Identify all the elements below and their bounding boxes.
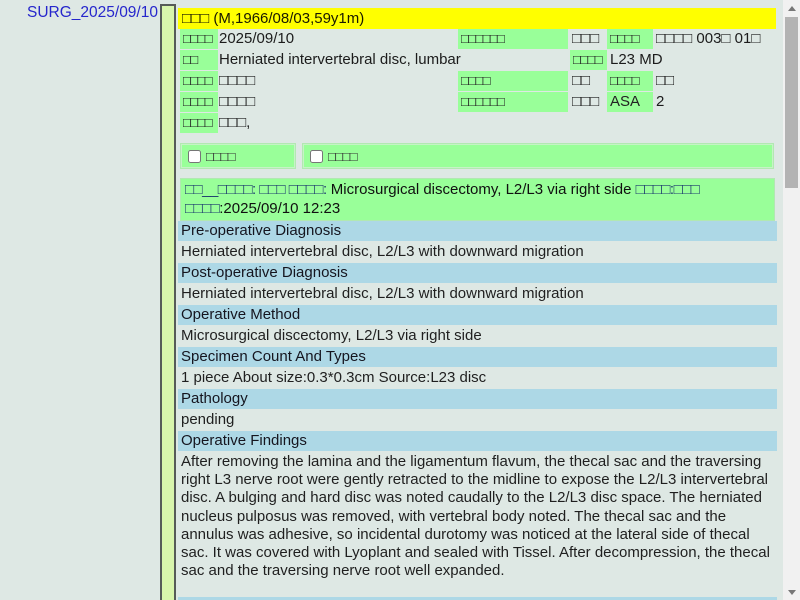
checkbox-1[interactable] bbox=[188, 150, 201, 163]
field-label: □□□□□□ bbox=[458, 29, 568, 49]
surgical-record-window: SURG_2025/09/10 □□□ (M,1966/08/03,59y1m)… bbox=[0, 0, 800, 600]
field-value: □□□, bbox=[219, 113, 250, 133]
field-value-op-code: L23 MD bbox=[610, 50, 663, 70]
checkbox-2-label: □□□□ bbox=[328, 149, 357, 164]
field-value: □□□ bbox=[572, 92, 599, 112]
patient-banner: □□□ (M,1966/08/03,59y1m) bbox=[178, 8, 776, 29]
section-header-operative-findings: Operative Findings bbox=[178, 431, 777, 451]
operation-note-summary: □□__□□□□: □□□ □□□□: Microsurgical discec… bbox=[180, 178, 775, 221]
section-value-postop-diagnosis: Herniated intervertebral disc, L2/L3 wit… bbox=[181, 284, 775, 304]
splitter-handle[interactable] bbox=[160, 4, 176, 600]
section-value-operative-findings: After removing the lamina and the ligame… bbox=[181, 453, 775, 580]
field-value-op-date: 2025/09/10 bbox=[219, 29, 294, 49]
field-label: □□□□ bbox=[180, 29, 218, 49]
table-row: □□ Herniated intervertebral disc, lumbar… bbox=[178, 50, 777, 71]
section-header-specimen: Specimen Count And Types bbox=[178, 347, 777, 367]
field-value: □□ bbox=[656, 71, 674, 91]
table-row: □□□□ □□□, bbox=[178, 113, 777, 134]
field-value: □□ bbox=[572, 71, 590, 91]
section-header-postop-diagnosis: Post-operative Diagnosis bbox=[178, 263, 777, 283]
field-label: □□ bbox=[180, 50, 218, 70]
field-value-ward-room: □□□□ 003□ 01□ bbox=[656, 29, 760, 49]
section-header-operative-method: Operative Method bbox=[178, 305, 777, 325]
scroll-down-button[interactable] bbox=[783, 584, 800, 600]
field-label-asa: ASA bbox=[607, 92, 653, 112]
field-value: □□□□ bbox=[219, 92, 255, 112]
scrollbar-thumb[interactable] bbox=[785, 17, 798, 188]
field-label: □□□□ bbox=[570, 50, 607, 70]
note-label: □□__□□□□: □□□ □□□□: bbox=[185, 181, 327, 198]
table-row: □□□□ □□□□ □□□□ □□ □□□□ □□ bbox=[178, 71, 777, 92]
field-value: □□□□ bbox=[219, 71, 255, 91]
field-label: □□□□ bbox=[180, 92, 218, 112]
arrow-up-icon bbox=[788, 6, 796, 11]
section-header-preop-diagnosis: Pre-operative Diagnosis bbox=[178, 221, 777, 241]
checkbox-panel-1: □□□□ bbox=[181, 144, 295, 168]
field-label: □□□□ bbox=[180, 113, 218, 133]
field-value-asa-score: 2 bbox=[656, 92, 664, 112]
field-label: □□□□ bbox=[607, 71, 653, 91]
note-procedure: Microsurgical discectomy, L2/L3 via righ… bbox=[327, 181, 636, 198]
note-datetime: :2025/09/10 12:23 bbox=[219, 200, 340, 217]
field-label: □□□□ bbox=[607, 29, 653, 49]
sidebar-item-surg-record[interactable]: SURG_2025/09/10 bbox=[27, 4, 158, 22]
scrollbar-track[interactable] bbox=[783, 0, 800, 600]
checkbox-1-label: □□□□ bbox=[206, 149, 235, 164]
field-label: □□□□ bbox=[458, 71, 568, 91]
checkbox-panel-2: □□□□ bbox=[303, 144, 773, 168]
table-row: □□□□ □□□□ □□□□□□ □□□ ASA 2 bbox=[178, 92, 777, 113]
section-value-preop-diagnosis: Herniated intervertebral disc, L2/L3 wit… bbox=[181, 242, 775, 262]
section-value-pathology: pending bbox=[181, 410, 775, 430]
section-header-pathology: Pathology bbox=[178, 389, 777, 409]
section-value-operative-method: Microsurgical discectomy, L2/L3 via righ… bbox=[181, 326, 775, 346]
field-value-diagnosis: Herniated intervertebral disc, lumbar bbox=[219, 50, 461, 70]
field-label: □□□□ bbox=[180, 71, 218, 91]
field-label: □□□□□□ bbox=[458, 92, 568, 112]
section-value-specimen: 1 piece About size:0.3*0.3cm Source:L23 … bbox=[181, 368, 775, 388]
checkbox-2[interactable] bbox=[310, 150, 323, 163]
table-row: □□□□ 2025/09/10 □□□□□□ □□□ □□□□ □□□□ 003… bbox=[178, 29, 777, 50]
field-value: □□□ bbox=[572, 29, 599, 49]
arrow-down-icon bbox=[788, 590, 796, 595]
scroll-up-button[interactable] bbox=[783, 0, 800, 16]
